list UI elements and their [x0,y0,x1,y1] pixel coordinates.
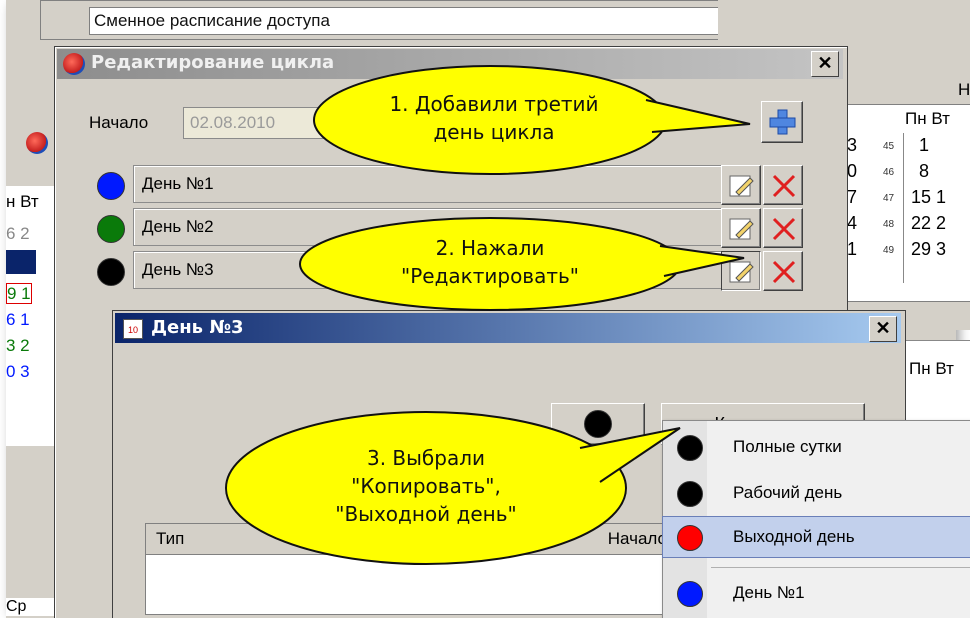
callout-2-line2: "Редактировать" [401,264,579,288]
callout-3-line3: "Выходной день" [335,502,517,526]
callout-1: 1. Добавили третий день цикла [344,90,644,146]
callout-1-line1: 1. Добавили третий [389,92,599,116]
callout-1-line2: день цикла [433,120,555,144]
callout-2: 2. Нажали "Редактировать" [340,234,640,290]
callout-3: 3. Выбрали "Копировать", "Выходной день" [276,444,576,528]
callout-2-line1: 2. Нажали [435,236,545,260]
callout-3-line1: 3. Выбрали [366,446,486,470]
screenshot-stage: Сменное расписание доступа н Вт 6 2 9 1 … [0,0,970,618]
callout-3-line2: "Копировать", [351,474,501,498]
